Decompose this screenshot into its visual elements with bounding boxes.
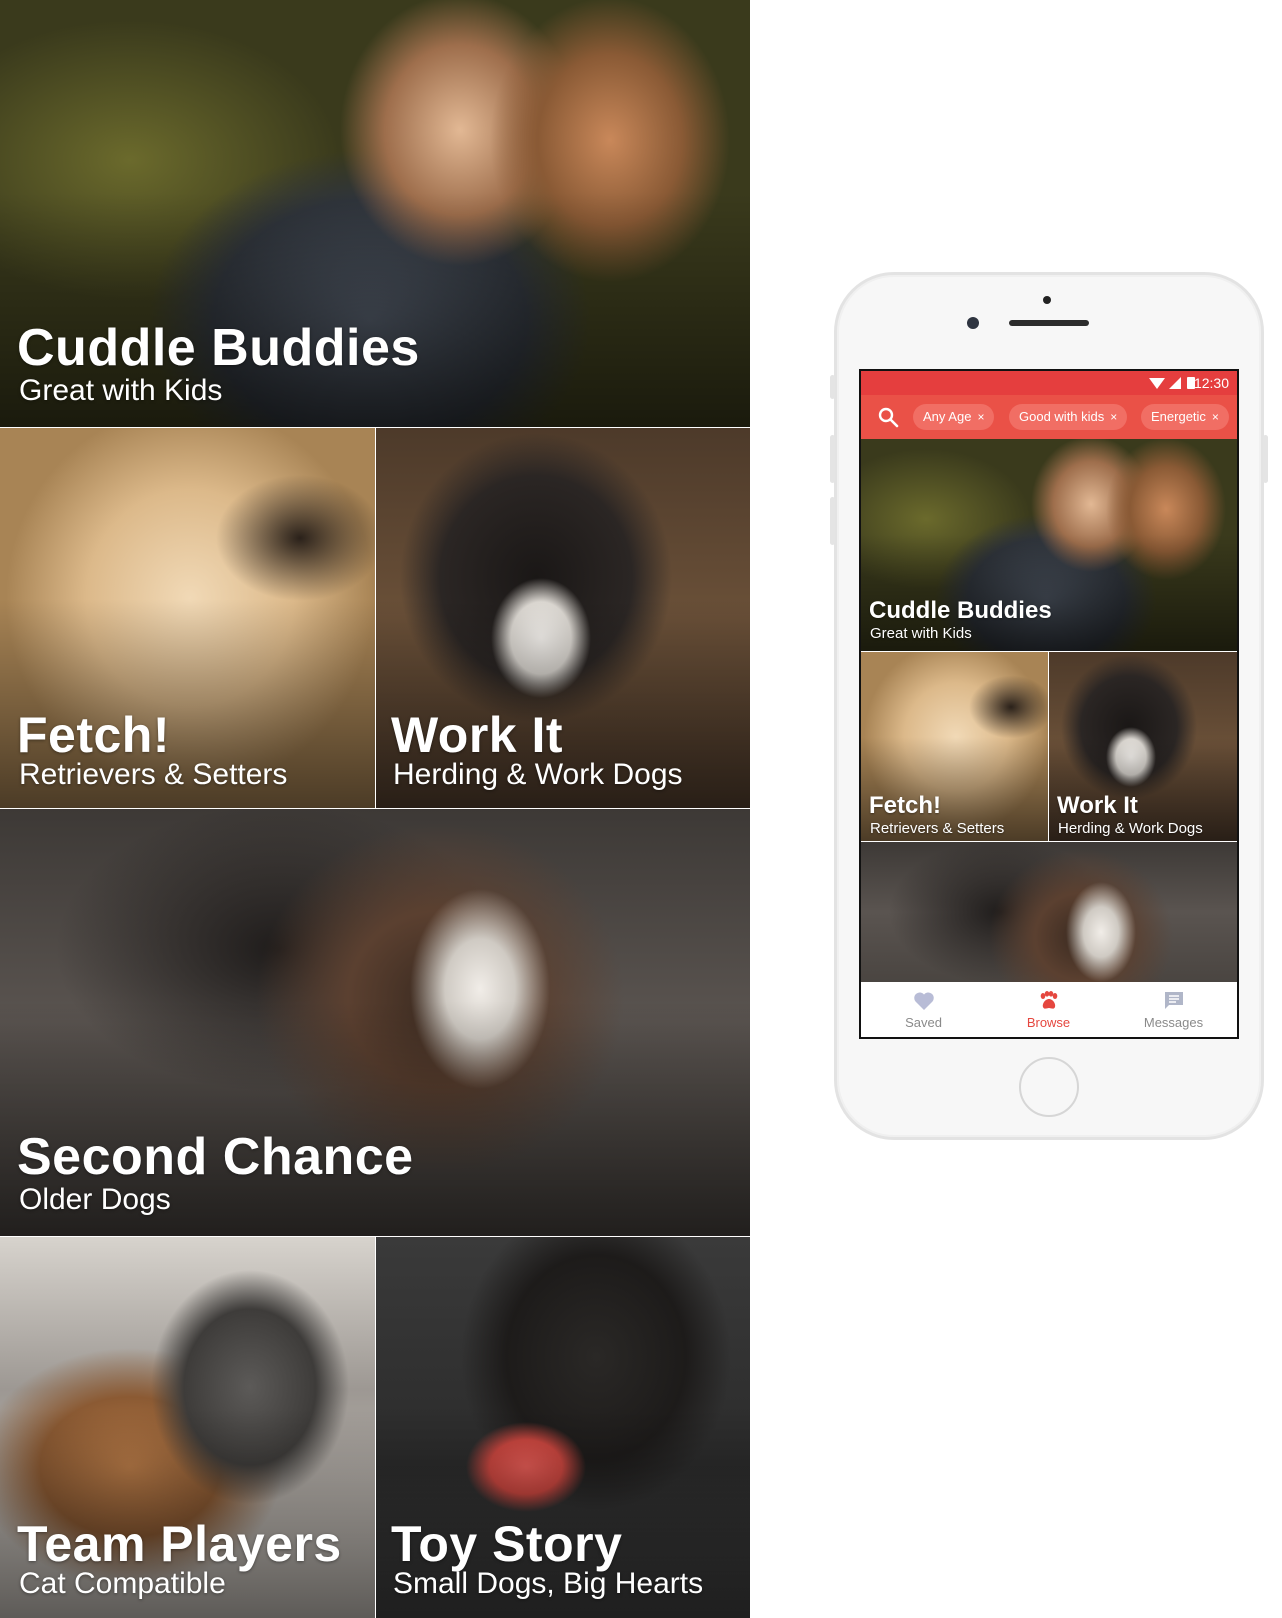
category-board: Cuddle Buddies Great with Kids Fetch! Re… [0,0,750,1618]
filter-bar: Any Age × Good with kids × Energetic × [861,395,1237,439]
mute-switch [830,375,835,399]
tile-subtitle: Great with Kids [870,625,972,642]
volume-down-button [830,497,835,545]
paw-icon [1040,991,1057,1009]
status-time: 12:30 [1193,375,1229,391]
tile-title: Fetch! [17,707,170,763]
tab-messages[interactable]: Messages [1111,982,1236,1037]
tile-title: Team Players [17,1516,342,1572]
filter-chip-any-age[interactable]: Any Age × [913,404,995,430]
category-tile-second-chance[interactable]: Second Chance Older Dogs [0,809,750,1236]
heart-icon [913,992,934,1010]
remove-icon[interactable]: × [977,410,984,424]
remove-icon[interactable]: × [1212,410,1219,424]
category-tile-work-it[interactable]: Work It Herding & Work Dogs [376,428,750,808]
status-bar: 12:30 [861,371,1237,395]
message-icon [1164,992,1183,1009]
tab-label: Messages [1143,1015,1204,1030]
category-tile-fetch[interactable]: Fetch! Retrievers & Setters [0,428,375,808]
bottom-tab-bar: Saved Browse Messages [861,982,1237,1037]
category-tile-work-it[interactable]: Work It Herding & Work Dogs [1049,652,1237,841]
chip-label: Energetic [1151,409,1206,424]
tile-title: Second Chance [17,1128,414,1186]
category-tile-fetch[interactable]: Fetch! Retrievers & Setters [861,652,1048,841]
power-button [1263,435,1268,483]
tab-browse[interactable]: Browse [986,982,1111,1037]
proximity-sensor [1043,296,1051,304]
tile-subtitle: Great with Kids [19,374,223,407]
tab-label: Saved [905,1015,942,1030]
tile-title: Work It [391,707,564,763]
tile-subtitle: Retrievers & Setters [870,820,1005,837]
tile-title: Toy Story [391,1516,623,1572]
phone-mockup: 12:30 Any Age × Good with kids × Energetic… [830,272,1268,1140]
phone-screen: 12:30 Any Age × Good with kids × Energetic… [859,369,1239,1039]
tab-label: Browse [1026,1015,1071,1030]
search-icon[interactable] [877,406,899,428]
tile-subtitle: Herding & Work Dogs [393,758,683,791]
tile-subtitle: Herding & Work Dogs [1058,820,1203,837]
earpiece-speaker [1009,320,1089,326]
home-button[interactable] [1019,1057,1079,1117]
filter-chip-energetic[interactable]: Energetic × [1141,404,1229,430]
tile-subtitle: Retrievers & Setters [19,758,288,791]
category-tile-second-chance[interactable] [861,842,1237,982]
remove-icon[interactable]: × [1110,410,1117,424]
tile-title: Fetch! [869,792,941,819]
category-tile-toy-story[interactable]: Toy Story Small Dogs, Big Hearts [376,1237,750,1618]
volume-up-button [830,435,835,483]
front-camera [967,317,979,329]
tile-title: Cuddle Buddies [17,319,420,377]
chip-label: Any Age [923,409,972,424]
category-tile-team-players[interactable]: Team Players Cat Compatible [0,1237,375,1618]
tile-subtitle: Cat Compatible [19,1567,226,1600]
tab-saved[interactable]: Saved [861,982,986,1037]
chip-label: Good with kids [1019,409,1105,424]
tile-subtitle: Older Dogs [19,1183,171,1216]
tile-subtitle: Small Dogs, Big Hearts [393,1567,704,1600]
category-tile-cuddle-buddies[interactable]: Cuddle Buddies Great with Kids [861,439,1237,651]
tile-title: Cuddle Buddies [869,597,1052,624]
filter-chip-good-with-kids[interactable]: Good with kids × [1009,404,1128,430]
category-tile-cuddle-buddies[interactable]: Cuddle Buddies Great with Kids [0,0,750,427]
tile-title: Work It [1057,792,1138,819]
